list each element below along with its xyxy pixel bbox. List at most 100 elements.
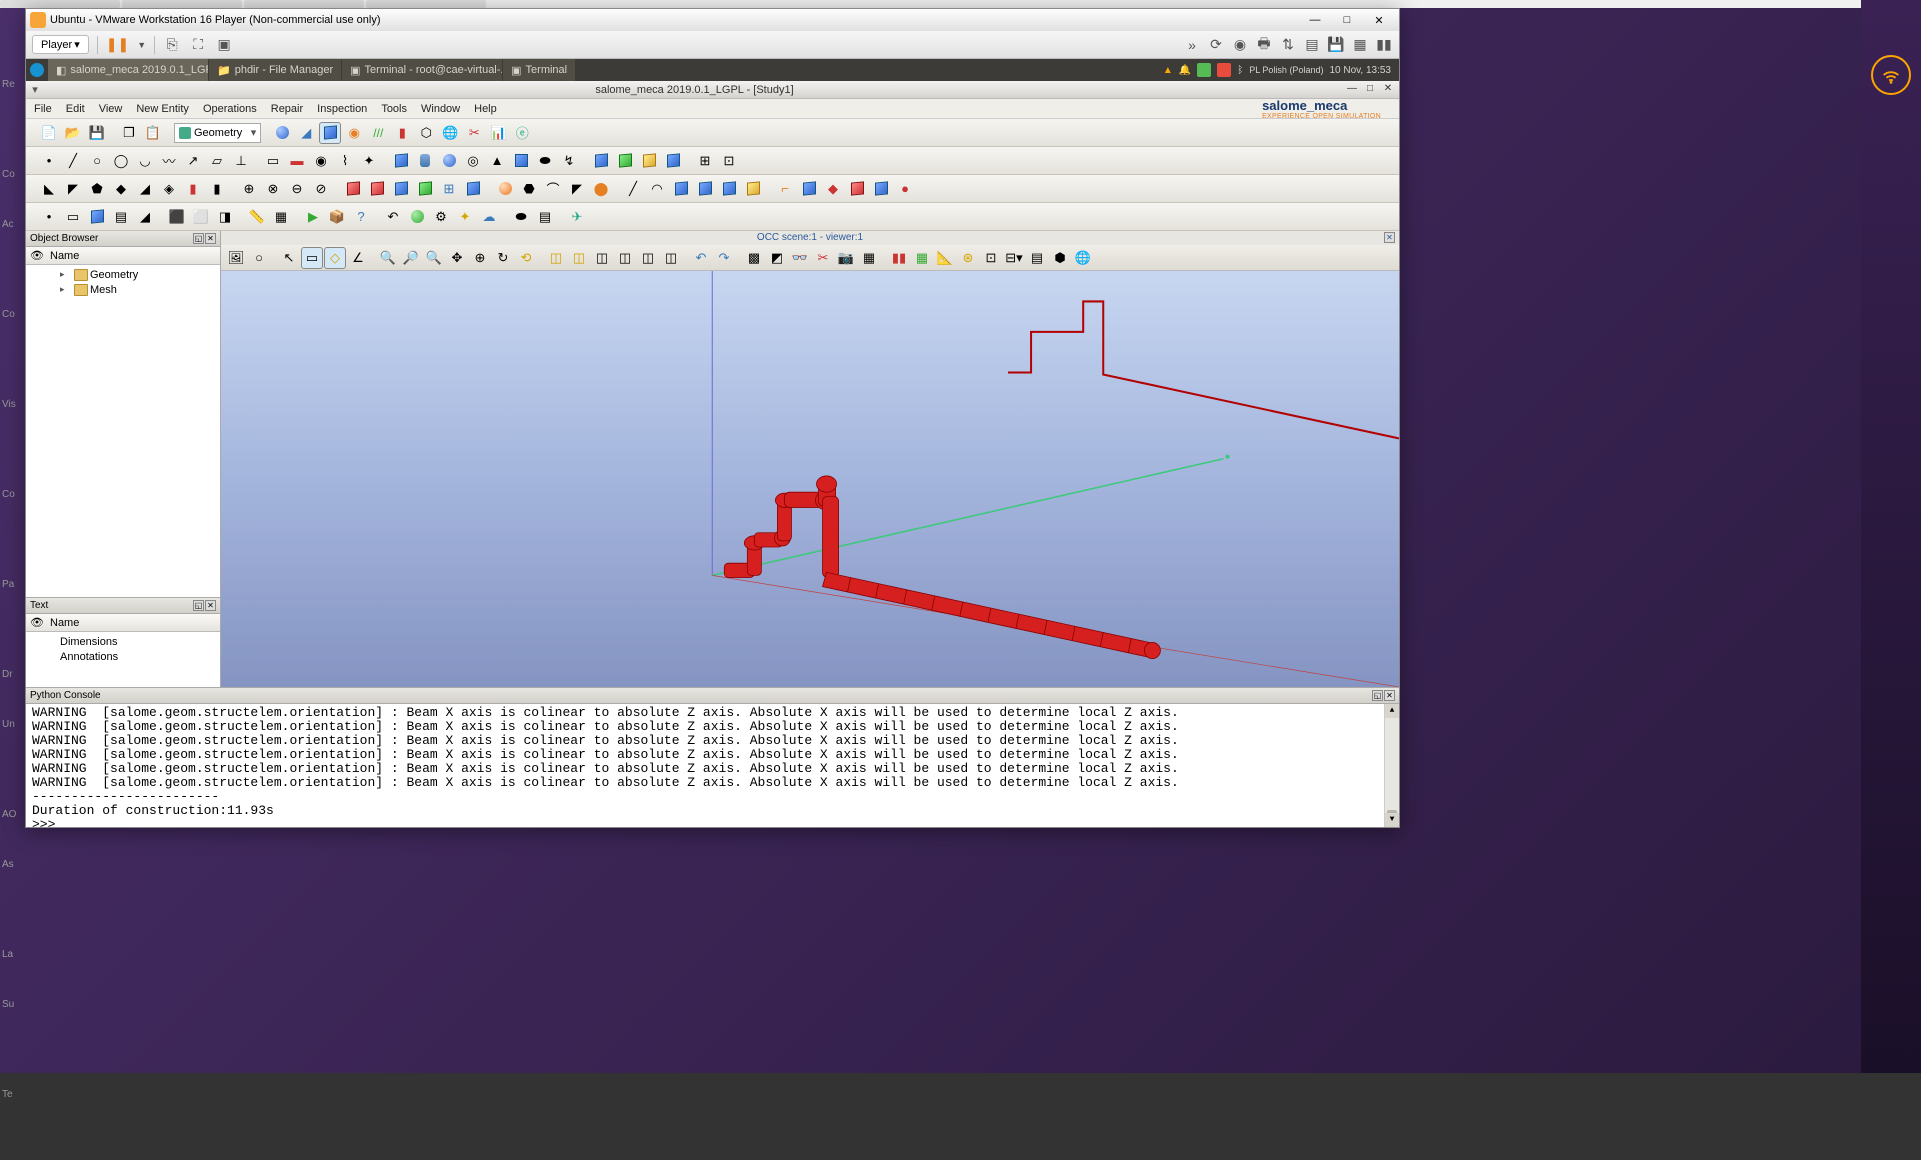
menu-file[interactable]: File xyxy=(34,103,52,115)
menu-help[interactable]: Help xyxy=(474,103,497,115)
module-selector[interactable]: Geometry xyxy=(174,123,261,143)
bluetooth-icon[interactable]: ᛒ xyxy=(1237,65,1243,76)
show-icon[interactable]: 📏 xyxy=(246,206,268,228)
usb-icon[interactable]: ⇅ xyxy=(1279,36,1297,54)
import-icon[interactable]: • xyxy=(38,206,60,228)
check-icon[interactable] xyxy=(742,178,764,200)
sync-icon[interactable]: ▤ xyxy=(1026,247,1048,269)
sidebar-icon[interactable]: ▮▮ xyxy=(1375,36,1393,54)
save-icon[interactable]: 💾 xyxy=(86,122,108,144)
group-edit-icon[interactable]: ⊡ xyxy=(718,150,740,172)
menu-repair[interactable]: Repair xyxy=(271,103,303,115)
curve-icon[interactable]: 〰 xyxy=(158,150,180,172)
task-filemgr[interactable]: 📁 phdir - File Manager xyxy=(209,59,341,81)
prism-icon[interactable] xyxy=(510,150,532,172)
viewport-3d[interactable] xyxy=(221,271,1399,687)
graduated-icon[interactable]: ⊛ xyxy=(957,247,979,269)
repair-icon[interactable]: ⌐ xyxy=(774,178,796,200)
right-icon[interactable]: ◫ xyxy=(660,247,682,269)
auto-icon[interactable]: ⚙ xyxy=(430,206,452,228)
floppy-icon[interactable]: 💾 xyxy=(1327,36,1345,54)
common-icon[interactable]: ⊗ xyxy=(262,178,284,200)
start-icon[interactable] xyxy=(30,63,44,77)
front-icon[interactable]: ◫ xyxy=(545,247,567,269)
restore-icon[interactable]: ▦ xyxy=(858,247,880,269)
tree-dimensions[interactable]: Dimensions xyxy=(26,634,220,649)
scale-icon[interactable] xyxy=(414,178,436,200)
pipe-icon[interactable]: ↯ xyxy=(558,150,580,172)
rotate-view-icon[interactable]: ↻ xyxy=(492,247,514,269)
line-icon[interactable]: ╱ xyxy=(62,150,84,172)
torus-icon[interactable]: ◎ xyxy=(462,150,484,172)
scrollbar[interactable]: ▲▼ xyxy=(1384,704,1399,827)
memorize-icon[interactable]: 📷 xyxy=(835,247,857,269)
locale-indicator[interactable]: PL Polish (Poland) xyxy=(1249,65,1323,75)
rect-icon[interactable]: ▭ xyxy=(262,150,284,172)
panel-close-icon[interactable]: ✕ xyxy=(1384,690,1395,701)
fill-icon[interactable] xyxy=(638,150,660,172)
face2-icon[interactable]: ⬟ xyxy=(86,178,108,200)
tree-annotations[interactable]: Annotations xyxy=(26,649,220,664)
module-yacs-icon[interactable]: /// xyxy=(367,122,389,144)
face-icon[interactable]: ▬ xyxy=(286,150,308,172)
scaling-icon[interactable]: 📐 xyxy=(934,247,956,269)
module-eficas-icon[interactable]: ⓔ xyxy=(511,122,533,144)
section-icon[interactable]: ⊘ xyxy=(310,178,332,200)
menu-edit[interactable]: Edit xyxy=(66,103,85,115)
copy-icon[interactable]: ❐ xyxy=(118,122,140,144)
menu-window[interactable]: Window xyxy=(421,103,460,115)
tree-node-mesh[interactable]: ▸Mesh xyxy=(26,282,220,297)
archimede-icon[interactable]: ⬣ xyxy=(518,178,540,200)
redo-icon[interactable] xyxy=(406,206,428,228)
eye-icon[interactable]: 👁 xyxy=(30,616,50,629)
fit-area-icon[interactable]: 🔎 xyxy=(400,247,422,269)
cut-icon[interactable]: ⊖ xyxy=(286,178,308,200)
network-icon[interactable]: ▦ xyxy=(1351,36,1369,54)
task-terminal-1[interactable]: ▣ Terminal - root@cae-virtual-... xyxy=(342,59,502,81)
edge-icon[interactable]: ◣ xyxy=(38,178,60,200)
fullscreen-icon[interactable]: ⛶ xyxy=(189,36,207,54)
star-icon[interactable]: ✦ xyxy=(454,206,476,228)
scroll-up-icon[interactable]: ▲ xyxy=(1385,704,1399,718)
minimize-button[interactable]: — xyxy=(1299,14,1331,27)
maximize-button[interactable]: □ xyxy=(1331,14,1363,27)
normal-icon[interactable] xyxy=(718,178,740,200)
eye-icon[interactable]: 👁 xyxy=(30,249,50,262)
python-console-body[interactable]: WARNING [salome.geom.structelem.orientat… xyxy=(26,704,1399,827)
trihedron-icon[interactable]: ▮▮ xyxy=(888,247,910,269)
clockwise-icon[interactable]: ↷ xyxy=(713,247,735,269)
module-mesh-icon[interactable] xyxy=(319,122,341,144)
fuse-icon[interactable]: ⊕ xyxy=(238,178,260,200)
panel-float-icon[interactable]: ◱ xyxy=(193,233,204,244)
new-icon[interactable]: 📄 xyxy=(38,122,60,144)
build2-icon[interactable]: ▮ xyxy=(206,178,228,200)
clipping-icon[interactable]: ✂ xyxy=(812,247,834,269)
vmware-titlebar[interactable]: Ubuntu - VMware Workstation 16 Player (N… xyxy=(26,9,1399,31)
device-icon[interactable]: » xyxy=(1183,36,1201,54)
printer-icon[interactable]: 🖶 xyxy=(1255,36,1273,54)
script-icon[interactable]: 📦 xyxy=(326,206,348,228)
env-icon[interactable]: 🌐 xyxy=(1072,247,1094,269)
top-icon[interactable]: ◫ xyxy=(591,247,613,269)
export-icon[interactable]: ▭ xyxy=(62,206,84,228)
ortho-icon[interactable]: ▩ xyxy=(743,247,765,269)
display-only-icon[interactable]: ◨ xyxy=(214,206,236,228)
app-close-button[interactable]: ✕ xyxy=(1381,83,1395,97)
wire-icon[interactable]: ⌇ xyxy=(334,150,356,172)
module-scissors-icon[interactable]: ✂ xyxy=(463,122,485,144)
tray-up-icon[interactable]: ▲ xyxy=(1163,65,1173,76)
module-aster-icon[interactable]: ▮ xyxy=(391,122,413,144)
cone-icon[interactable]: ▲ xyxy=(486,150,508,172)
limit-tol-icon[interactable] xyxy=(870,178,892,200)
module-paravis-icon[interactable]: ◉ xyxy=(343,122,365,144)
panel-close-icon[interactable]: ✕ xyxy=(205,233,216,244)
anticlockwise-icon[interactable]: ↶ xyxy=(690,247,712,269)
select-icon[interactable]: ↖ xyxy=(278,247,300,269)
cd-icon[interactable]: ◉ xyxy=(1231,36,1249,54)
interact-icon[interactable]: ○ xyxy=(248,247,270,269)
sphere-icon[interactable] xyxy=(438,150,460,172)
undo-icon[interactable]: ↶ xyxy=(382,206,404,228)
panel-close-icon[interactable]: ✕ xyxy=(205,600,216,611)
rect-select-icon[interactable]: ▭ xyxy=(301,247,323,269)
translate-icon[interactable] xyxy=(342,178,364,200)
